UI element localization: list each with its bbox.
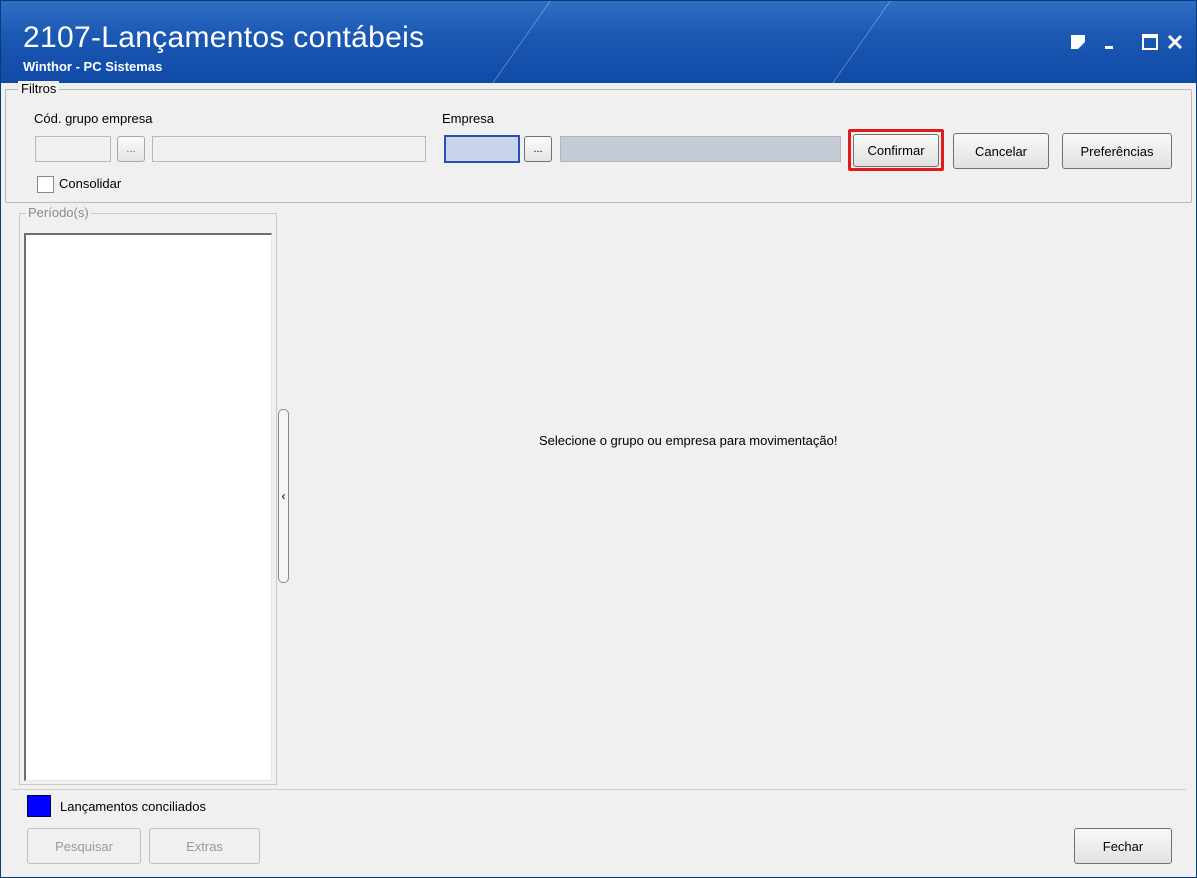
empresa-label: Empresa bbox=[442, 111, 495, 126]
fechar-button[interactable]: Fechar bbox=[1074, 828, 1172, 864]
filtros-legend: Filtros bbox=[18, 81, 60, 96]
pesquisar-button[interactable]: Pesquisar bbox=[27, 828, 141, 864]
periodo-legend: Período(s) bbox=[26, 205, 91, 220]
conciliados-legend-label: Lançamentos conciliados bbox=[60, 799, 206, 814]
confirmar-button[interactable]: Confirmar bbox=[853, 134, 939, 167]
app-window: 2107-Lançamentos contábeis Winthor - PC … bbox=[0, 0, 1197, 878]
preferencias-button[interactable]: Preferências bbox=[1062, 133, 1172, 169]
cancelar-button[interactable]: Cancelar bbox=[953, 133, 1049, 169]
window-subtitle: Winthor - PC Sistemas bbox=[23, 59, 163, 74]
minimize-icon[interactable] bbox=[1098, 31, 1120, 53]
close-icon[interactable] bbox=[1164, 31, 1186, 53]
periodo-list[interactable] bbox=[24, 233, 272, 781]
conciliados-color-swatch bbox=[27, 795, 51, 817]
grupo-empresa-lookup-button[interactable]: ... bbox=[117, 136, 145, 162]
collapse-panel-handle[interactable]: ‹ bbox=[278, 409, 289, 583]
consolidar-checkbox[interactable] bbox=[37, 176, 54, 193]
extras-button[interactable]: Extras bbox=[149, 828, 260, 864]
restore-icon[interactable] bbox=[1067, 31, 1089, 53]
maximize-icon[interactable] bbox=[1139, 31, 1161, 53]
title-bar[interactable]: 2107-Lançamentos contábeis Winthor - PC … bbox=[1, 1, 1196, 83]
grupo-empresa-label: Cód. grupo empresa bbox=[34, 111, 153, 126]
chevron-left-icon: ‹ bbox=[281, 489, 286, 503]
empresa-name-field bbox=[560, 136, 841, 162]
empresa-lookup-button[interactable]: ... bbox=[524, 136, 552, 162]
window-title: 2107-Lançamentos contábeis bbox=[23, 21, 425, 54]
empresa-code-input[interactable] bbox=[444, 135, 520, 163]
periodo-group: Período(s) bbox=[19, 205, 277, 785]
status-message: Selecione o grupo ou empresa para movime… bbox=[539, 433, 838, 448]
footer-divider bbox=[11, 789, 1186, 790]
consolidar-label: Consolidar bbox=[59, 176, 122, 191]
grupo-empresa-code-input[interactable] bbox=[35, 136, 111, 162]
grupo-empresa-name-field bbox=[152, 136, 426, 162]
